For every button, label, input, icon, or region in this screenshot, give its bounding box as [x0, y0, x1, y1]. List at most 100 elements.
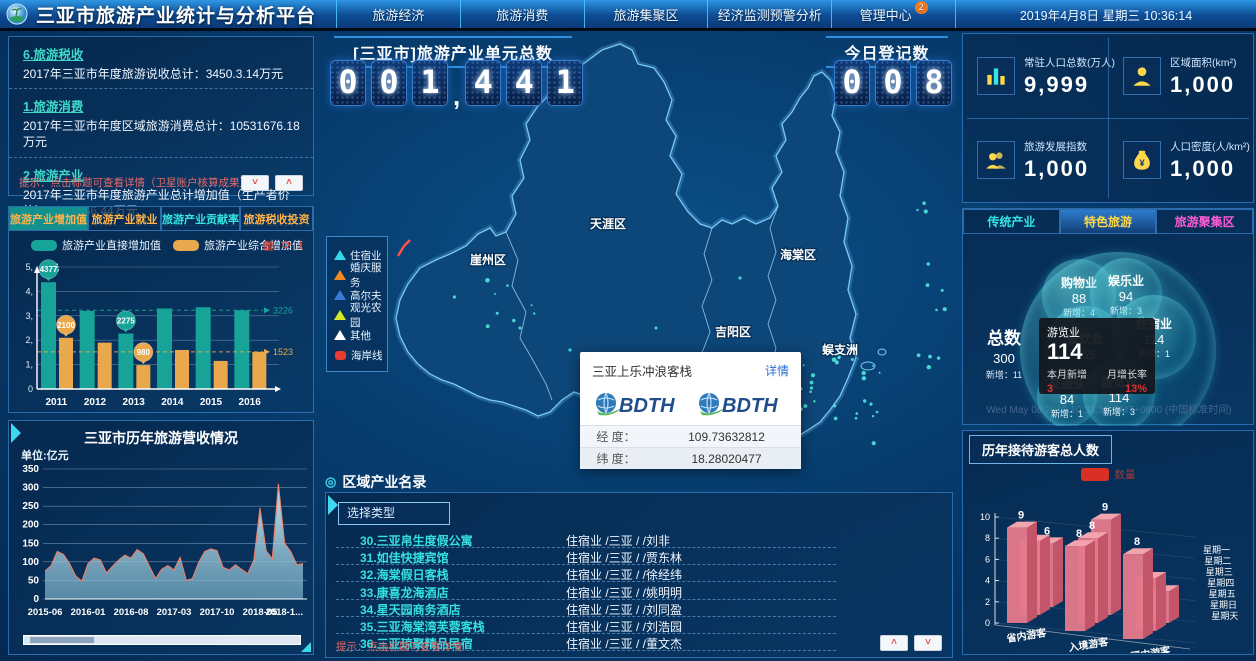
directory-item-name[interactable]: 34.星天园商务酒店	[360, 601, 461, 618]
directory-item-type: 住宿业 /三亚 / /刘同盈	[566, 601, 682, 618]
bubble-tooltip: 游览业 114 本月新增 月增长率 3 13%	[1039, 318, 1155, 394]
district-label-5: 蜈支洲	[822, 342, 858, 357]
header-datetime: 2019年4月8日 星期三 10:36:14	[956, 5, 1256, 24]
chart-scrollbar-handle[interactable]	[30, 637, 94, 643]
svg-text:50: 50	[28, 575, 40, 586]
app-logo-icon	[6, 3, 28, 25]
tooltip-growth-label: 月增长率	[1107, 366, 1147, 381]
revenue-chart-title: 三亚市历年旅游营收情况	[9, 428, 313, 448]
summary-next-button[interactable]: ˄	[275, 175, 303, 191]
tab-4[interactable]: 旅游税收投资	[240, 207, 313, 231]
bubble-total-label: 总数	[971, 324, 1037, 349]
tab-1[interactable]: 旅游产业增加值	[9, 207, 88, 231]
legend-swatch-2	[173, 240, 199, 251]
svg-text:0: 0	[33, 594, 39, 605]
svg-text:980: 980	[137, 348, 151, 357]
bullet-icon: ◎	[325, 474, 336, 490]
industry-legend: 旅游产业直接增加值旅游产业综合增加值	[19, 237, 303, 253]
counter-digit: 0	[330, 60, 366, 106]
svg-text:0: 0	[28, 384, 33, 394]
svg-text:2015-06: 2015-06	[28, 607, 63, 618]
nav-item-2[interactable]: 旅游消费	[460, 0, 584, 28]
svg-text:2100: 2100	[57, 321, 75, 330]
tooltip-title: 游览业	[1047, 324, 1147, 340]
poi-detail-link[interactable]: 详情	[765, 362, 789, 379]
svg-text:3226: 3226	[273, 305, 293, 315]
triangle-marker-icon	[334, 330, 346, 340]
visitors-chart-title: 历年接待游客总人数	[969, 435, 1112, 464]
page-title: 三亚市旅游产业统计与分析平台	[36, 1, 316, 28]
summary-item-2: 1.旅游消费 2017年三亚市年度区域旅游消费总计：10531676.18万元	[9, 89, 313, 157]
map-legend-item-2[interactable]: 婚庆服务	[334, 265, 387, 285]
bubble-total: 总数 300 新增：11	[971, 324, 1037, 381]
directory-item-type: 住宿业 /三亚 / /姚明明	[566, 584, 682, 601]
data-view-icon[interactable]: ▦	[263, 239, 274, 251]
directory-item-name[interactable]: 31.如佳快捷宾馆	[360, 549, 449, 566]
chart-scrollbar[interactable]	[23, 635, 301, 645]
refresh-icon[interactable]: ⟳	[282, 239, 292, 251]
download-icon[interactable]: ⭳	[299, 239, 303, 251]
svg-text:星期四: 星期四	[1207, 578, 1234, 588]
bdth-logo-icon: BDTH	[696, 389, 788, 419]
stat-value: 1,000	[1170, 72, 1237, 98]
tooltip-value: 114	[1047, 340, 1147, 364]
svg-text:4377: 4377	[40, 265, 58, 274]
svg-text:350: 350	[22, 464, 39, 475]
nav-item-1[interactable]: 旅游经济	[336, 0, 460, 28]
stat-cell-4: ¥人口密度(人/km²)1,000	[1109, 118, 1255, 202]
directory-row-4: 33.康喜龙海酒店 住宿业 /三亚 / /姚明明	[336, 583, 836, 600]
nav-item-4[interactable]: 经济监测预警分析	[707, 0, 831, 28]
category-tab-3[interactable]: 旅游聚集区	[1156, 209, 1253, 234]
category-tabs: 传统产业特色旅游旅游聚集区	[963, 209, 1253, 234]
directory-item-name[interactable]: 33.康喜龙海酒店	[360, 584, 449, 601]
summary-item-title[interactable]: 6.旅游税收	[23, 44, 301, 63]
category-panel: 传统产业特色旅游旅游聚集区 总数 300 新增：11 购物业88新增：4娱乐业9…	[962, 208, 1254, 425]
coordinate-value: 18.28020477	[652, 452, 801, 466]
directory-row-1: 30.三亚帛生度假公寓住宿业 /三亚 / /刘非	[336, 531, 836, 548]
svg-text:2014: 2014	[161, 397, 184, 408]
today-registered-counter: 008	[834, 60, 952, 106]
coordinate-label: 经 度：	[580, 428, 652, 445]
directory-next-button[interactable]: ˅	[914, 635, 942, 651]
summary-hint: 提示：点击标题可查看详情（卫星账户核算成果）	[19, 175, 250, 190]
svg-text:BDTH: BDTH	[619, 395, 675, 417]
map-legend-item-4[interactable]: 观光农园	[334, 305, 387, 325]
svg-text:0: 0	[985, 618, 990, 628]
summary-item-desc: 2017年三亚市年度区域旅游消费总计：10531676.18万元	[23, 118, 301, 150]
summary-item-title[interactable]: 1.旅游消费	[23, 96, 301, 115]
triangle-marker-icon	[334, 250, 346, 260]
category-tab-1[interactable]: 传统产业	[963, 209, 1060, 234]
svg-text:2016-01: 2016-01	[71, 607, 107, 618]
directory-row-2: 31.如佳快捷宾馆住宿业 /三亚 / /贾东林	[336, 548, 836, 565]
counter-digit: 8	[916, 60, 952, 106]
summary-item-desc: 2017年三亚市年度旅游说收总计：3450.3.14万元	[23, 66, 301, 82]
directory-item-name[interactable]: 30.三亚帛生度假公寓	[360, 532, 473, 549]
counter-digit: 0	[834, 60, 870, 106]
stat-cell-2: 区域面积(km²)1,000	[1109, 34, 1255, 118]
map-legend-item-6[interactable]: 海岸线	[334, 345, 387, 365]
directory-prev-button[interactable]: ˄	[880, 635, 908, 651]
summary-prev-button[interactable]: ˅	[241, 175, 269, 191]
nav-item-5[interactable]: 管理中心2	[831, 0, 956, 28]
type-filter-select[interactable]: 选择类型	[338, 502, 450, 525]
tab-2[interactable]: 旅游产业就业	[88, 207, 161, 231]
stat-cell-3: 旅游发展指数1,000	[963, 118, 1109, 202]
category-tab-2[interactable]: 特色旅游	[1060, 209, 1157, 234]
svg-text:100: 100	[22, 557, 39, 568]
svg-text:国内游客: 国内游客	[1130, 644, 1173, 653]
directory-item-name[interactable]: 35.三亚海棠湾芙蓉客栈	[360, 618, 485, 635]
svg-text:入境游客: 入境游客	[1068, 635, 1111, 653]
nav-item-3[interactable]: 旅游集聚区	[584, 0, 708, 28]
tooltip-growth-value: 13%	[1125, 383, 1147, 395]
svg-text:2: 2	[985, 597, 990, 607]
money-bag-icon: ¥	[1123, 141, 1161, 179]
svg-text:BDTH: BDTH	[722, 395, 778, 417]
svg-text:8: 8	[1076, 528, 1082, 540]
legend-label-1: 旅游产业直接增加值	[62, 237, 161, 253]
tab-3[interactable]: 旅游产业贡献率	[161, 207, 240, 231]
svg-text:8: 8	[1134, 536, 1140, 548]
svg-text:4,: 4,	[25, 286, 33, 296]
svg-text:2015: 2015	[200, 397, 223, 408]
directory-row-6: 35.三亚海棠湾芙蓉客栈住宿业 /三亚 / /刘浩园	[336, 617, 836, 634]
directory-item-name[interactable]: 32.海棠假日客栈	[360, 566, 449, 583]
